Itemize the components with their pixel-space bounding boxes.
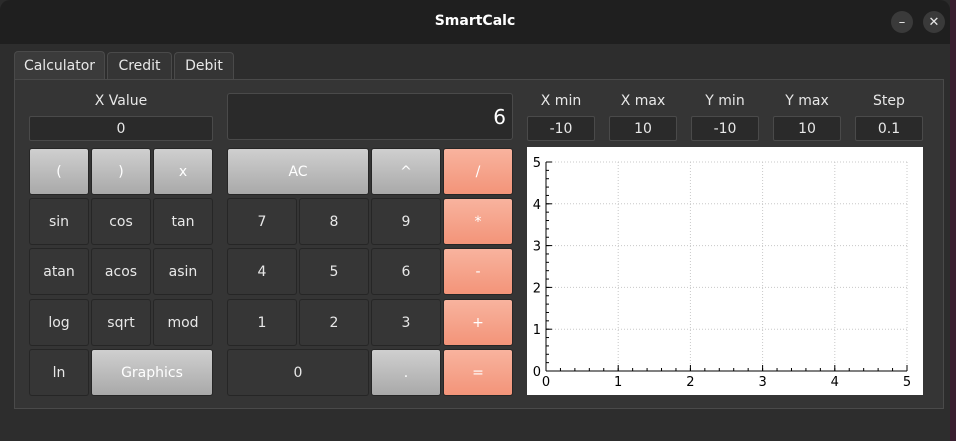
y-tick-label: 2 <box>533 281 541 296</box>
digit-7-button[interactable]: 7 <box>227 198 297 245</box>
window-title: SmartCalc <box>434 13 516 29</box>
log-button[interactable]: log <box>29 299 89 346</box>
divide-button[interactable]: / <box>443 148 513 195</box>
step-label: Step <box>873 93 905 109</box>
x-value-label: X Value <box>94 93 148 109</box>
x-variable-button[interactable]: x <box>153 148 213 195</box>
sqrt-button[interactable]: sqrt <box>91 299 151 346</box>
step-input[interactable]: 0.1 <box>855 116 923 141</box>
digit-3-button[interactable]: 3 <box>371 299 441 346</box>
graphics-button[interactable]: Graphics <box>91 349 213 396</box>
result-display: 6 <box>227 93 513 140</box>
y-max-label: Y max <box>785 93 829 109</box>
x-tick-label: 4 <box>831 375 839 390</box>
y-tick-label: 1 <box>533 323 541 338</box>
power-button[interactable]: ^ <box>371 148 441 195</box>
title-bar: SmartCalc – ✕ <box>0 0 950 44</box>
x-tick-label: 2 <box>686 375 694 390</box>
x-tick-label: 5 <box>903 375 911 390</box>
tan-button[interactable]: tan <box>153 198 213 245</box>
plus-button[interactable]: + <box>443 299 513 346</box>
app-window: SmartCalc – ✕ Calculator Credit Debit X … <box>0 0 950 441</box>
digit-5-button[interactable]: 5 <box>299 248 369 295</box>
y-min-input[interactable]: -10 <box>691 116 759 141</box>
digit-2-button[interactable]: 2 <box>299 299 369 346</box>
tab-debit[interactable]: Debit <box>174 52 234 79</box>
minus-button[interactable]: - <box>443 248 513 295</box>
digit-6-button[interactable]: 6 <box>371 248 441 295</box>
acos-button[interactable]: acos <box>91 248 151 295</box>
graph-plot[interactable]: 0 1 2 3 4 5 0 1 2 3 4 5 <box>527 147 923 395</box>
graph-svg: 0 1 2 3 4 5 0 1 2 3 4 5 <box>533 156 911 390</box>
y-tick-label: 5 <box>533 156 541 171</box>
desktop-background <box>950 0 956 441</box>
minimize-button[interactable]: – <box>891 11 913 33</box>
atan-button[interactable]: atan <box>29 248 89 295</box>
x-max-label: X max <box>620 93 666 109</box>
digit-4-button[interactable]: 4 <box>227 248 297 295</box>
x-min-input[interactable]: -10 <box>527 116 595 141</box>
y-tick-label: 4 <box>533 198 541 213</box>
asin-button[interactable]: asin <box>153 248 213 295</box>
digit-1-button[interactable]: 1 <box>227 299 297 346</box>
cos-button[interactable]: cos <box>91 198 151 245</box>
clear-button[interactable]: AC <box>227 148 369 195</box>
y-tick-label: 3 <box>533 240 541 255</box>
right-paren-button[interactable]: ) <box>91 148 151 195</box>
x-value-input[interactable]: 0 <box>29 116 213 141</box>
digit-0-button[interactable]: 0 <box>227 349 369 396</box>
equals-button[interactable]: = <box>443 349 513 396</box>
mod-button[interactable]: mod <box>153 299 213 346</box>
tab-credit[interactable]: Credit <box>107 52 172 79</box>
y-min-label: Y min <box>705 93 745 109</box>
tab-calculator[interactable]: Calculator <box>14 51 105 80</box>
close-button[interactable]: ✕ <box>923 11 945 33</box>
ln-button[interactable]: ln <box>29 349 89 396</box>
digit-9-button[interactable]: 9 <box>371 198 441 245</box>
multiply-button[interactable]: * <box>443 198 513 245</box>
x-max-input[interactable]: 10 <box>609 116 677 141</box>
x-tick-label: 3 <box>758 375 766 390</box>
digit-8-button[interactable]: 8 <box>299 198 369 245</box>
y-tick-label: 0 <box>533 365 541 380</box>
x-min-label: X min <box>540 93 582 109</box>
left-paren-button[interactable]: ( <box>29 148 89 195</box>
x-tick-label: 0 <box>542 375 550 390</box>
y-max-input[interactable]: 10 <box>773 116 841 141</box>
decimal-point-button[interactable]: . <box>371 349 441 396</box>
sin-button[interactable]: sin <box>29 198 89 245</box>
x-tick-label: 1 <box>614 375 622 390</box>
